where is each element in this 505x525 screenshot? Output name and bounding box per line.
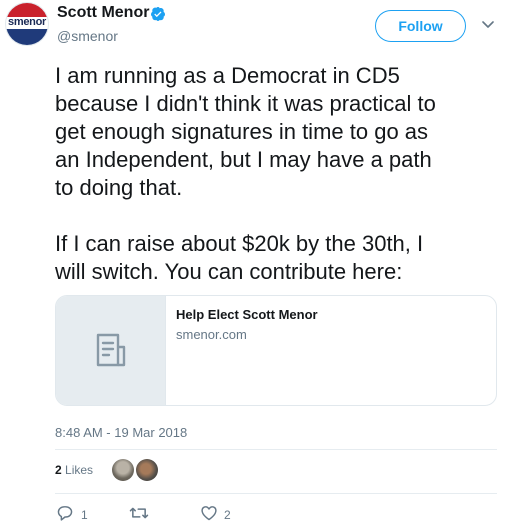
tweet-text: I am running as a Democrat in CD5 becaus… (55, 63, 436, 284)
verified-badge-icon (151, 7, 165, 21)
heart-icon[interactable] (200, 505, 218, 521)
divider (55, 493, 497, 494)
link-card[interactable]: Help Elect Scott Menor smenor.com (55, 295, 497, 406)
chevron-down-icon[interactable] (482, 21, 494, 29)
reply-count: 1 (81, 508, 88, 522)
avatar-bottom-band (6, 29, 48, 45)
likes-count: 2 (55, 463, 62, 477)
avatar[interactable]: smenor (6, 3, 48, 45)
follow-button[interactable]: Follow (375, 10, 466, 42)
tweet-timestamp[interactable]: 8:48 AM - 19 Mar 2018 (55, 425, 187, 440)
link-card-title[interactable]: Help Elect Scott Menor (176, 307, 318, 322)
divider (55, 449, 497, 450)
avatar-logo-text: smenor (8, 16, 46, 28)
likes-stat[interactable]: 2 Likes (55, 463, 93, 477)
author-name[interactable]: Scott Menor (57, 4, 149, 22)
likes-label: Likes (65, 463, 94, 477)
liker-avatar[interactable] (136, 459, 158, 481)
document-icon (96, 333, 126, 367)
link-card-thumbnail (56, 296, 166, 405)
reply-icon[interactable] (56, 505, 74, 521)
avatar-top-band (6, 3, 48, 17)
like-count: 2 (224, 508, 231, 522)
author-handle[interactable]: @smenor (57, 28, 118, 44)
liker-avatar[interactable] (112, 459, 134, 481)
link-card-domain: smenor.com (176, 327, 247, 342)
retweet-icon[interactable] (129, 505, 149, 521)
